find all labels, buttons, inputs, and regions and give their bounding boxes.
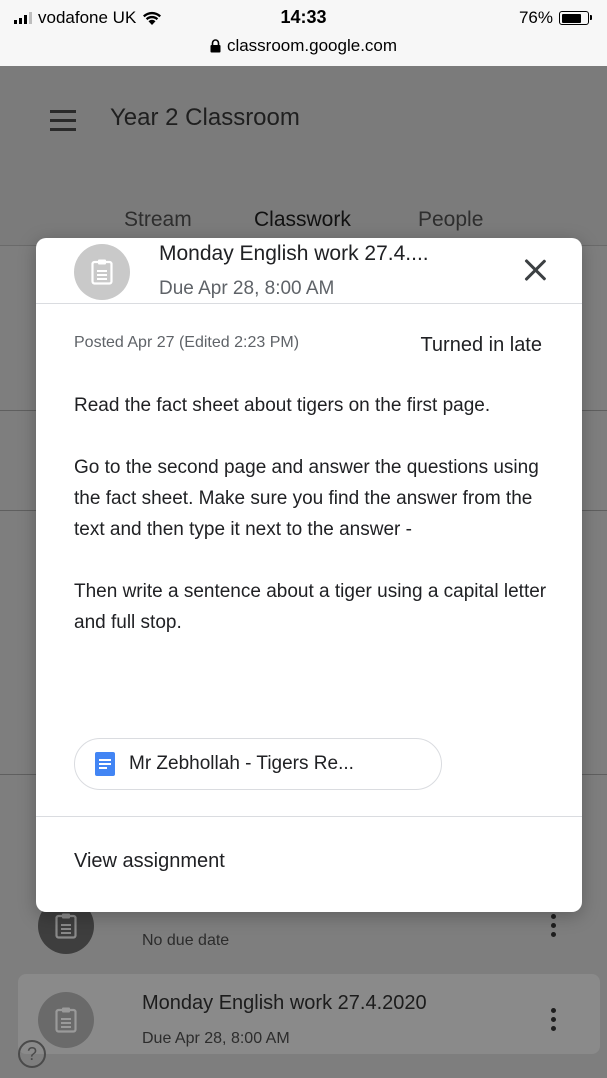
tab-classwork[interactable]: Classwork (254, 208, 351, 232)
instruction-paragraph: Read the fact sheet about tigers on the … (74, 395, 491, 416)
view-assignment-link[interactable]: View assignment (74, 850, 225, 873)
status-label: Turned in late (420, 334, 542, 356)
posted-date: Posted Apr 27 (Edited 2:23 PM) (74, 334, 300, 351)
battery-info: 76% (518, 8, 592, 28)
assignment-dialog: Monday English work 27.4.... Due Apr 28,… (36, 238, 582, 912)
attachment-name: Mr Zebhollah - Tigers Re... (129, 753, 354, 774)
app-header: Year 2 Classroom Stream Classwork People (0, 66, 607, 246)
battery-percent: 76% (518, 8, 553, 27)
instructions: Read the fact sheet about tigers on the … (74, 390, 548, 669)
attachment-chip[interactable]: Mr Zebhollah - Tigers Re... (74, 738, 442, 790)
divider (36, 816, 582, 817)
assignment-icon (38, 992, 94, 1048)
clock: 14:33 (280, 7, 327, 27)
divider (582, 410, 607, 411)
lock-icon (210, 39, 221, 53)
url-text: classroom.google.com (226, 36, 398, 55)
status-bar: vodafone UK 14:33 76% classroom.google.c… (0, 0, 607, 66)
list-item-title: Monday English work 27.4.2020 (142, 992, 427, 1014)
assignment-icon (74, 244, 130, 300)
divider (582, 510, 607, 511)
instruction-paragraph: Then write a sentence about a tiger usin… (74, 581, 547, 633)
divider (582, 774, 607, 775)
menu-icon[interactable] (50, 110, 76, 137)
list-item-due: Due Apr 28, 8:00 AM (142, 1030, 290, 1047)
battery-icon (559, 11, 592, 25)
close-icon[interactable] (520, 254, 552, 286)
divider (0, 510, 36, 511)
due-date: Due Apr 28, 8:00 AM (159, 278, 335, 299)
help-icon[interactable]: ? (18, 1040, 46, 1068)
google-docs-icon (95, 752, 115, 776)
divider (0, 410, 36, 411)
list-item-due: No due date (142, 932, 230, 949)
class-title: Year 2 Classroom (110, 104, 300, 131)
assignment-title: Monday English work 27.4.... (159, 242, 429, 265)
more-options-icon[interactable] (551, 1008, 557, 1035)
address-bar[interactable]: classroom.google.com (0, 36, 607, 56)
instruction-paragraph: Go to the second page and answer the que… (74, 457, 539, 540)
tab-stream[interactable]: Stream (124, 208, 192, 232)
dialog-header: Monday English work 27.4.... Due Apr 28,… (36, 238, 582, 304)
more-options-icon[interactable] (551, 914, 557, 941)
divider (0, 774, 36, 775)
tab-people[interactable]: People (418, 208, 483, 232)
